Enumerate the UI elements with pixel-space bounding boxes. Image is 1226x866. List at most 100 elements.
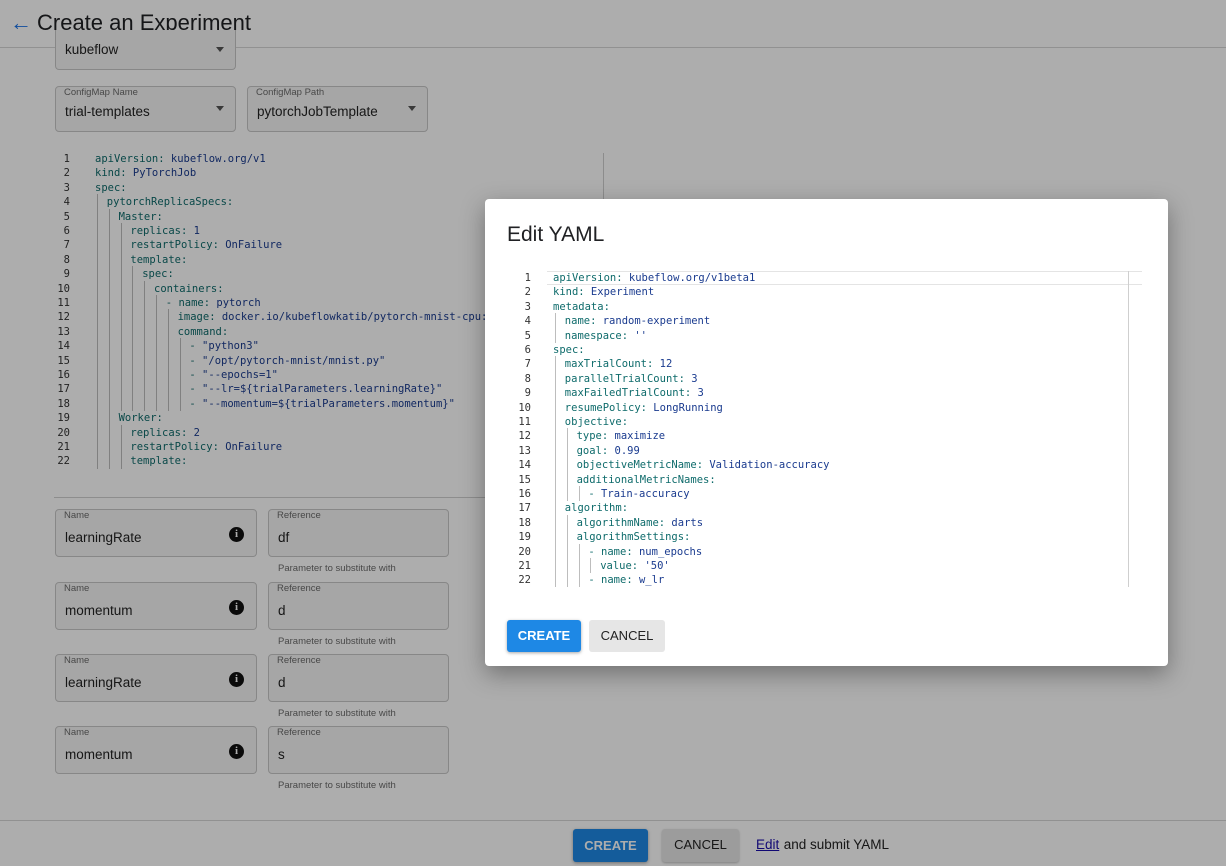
yaml-key: spec: — [553, 344, 585, 356]
yaml-value: w_lr — [632, 574, 665, 587]
code-text: additionalMetricNames: — [577, 473, 716, 488]
code-line: 2 kind: Experiment — [507, 285, 1127, 300]
line-number: 18 — [518, 516, 531, 529]
line-number: 6 — [524, 344, 531, 356]
dialog-cancel-button[interactable]: CANCEL — [589, 620, 665, 652]
yaml-key: objectiveMetricName: — [576, 459, 704, 472]
indent-guide — [578, 572, 580, 587]
line-number: 19 — [518, 531, 531, 544]
line-number: 9 — [524, 387, 531, 400]
line-number: 10 — [518, 401, 531, 414]
dialog-yaml-editor[interactable]: 1 apiVersion: kubeflow.org/v1beta1 2 kind: … — [507, 271, 1142, 587]
yaml-value: '50' — [638, 560, 670, 572]
yaml-key: metadata: — [553, 300, 610, 313]
code-text: apiVersion: kubeflow.org/v1beta1 — [553, 271, 755, 286]
yaml-value: darts — [665, 516, 704, 529]
code-text: algorithmSettings: — [577, 530, 691, 545]
code-line: 12 type: maximize — [507, 428, 1127, 444]
dialog-create-button[interactable]: CREATE — [507, 620, 581, 652]
indent-guide — [566, 486, 568, 502]
line-number: 8 — [524, 372, 531, 385]
yaml-key: algorithmSettings: — [576, 531, 691, 544]
indent-guide — [555, 327, 556, 343]
yaml-key: - name: — [588, 574, 633, 587]
yaml-value: Experiment — [584, 286, 655, 299]
yaml-value: 12 — [653, 358, 673, 371]
code-line: 17 algorithm: — [507, 500, 1127, 516]
indent-guide — [555, 514, 556, 531]
line-number: 14 — [518, 459, 531, 472]
yaml-key: namespace: — [564, 329, 629, 342]
editor-scrollbar-track — [1128, 271, 1129, 587]
code-text: - name: num_epochs — [588, 545, 702, 560]
yaml-value: 0.99 — [608, 444, 640, 457]
yaml-key: additionalMetricNames: — [576, 473, 716, 486]
line-number: 20 — [518, 545, 531, 558]
code-line: 20 - name: num_epochs — [507, 543, 1127, 560]
code-line: 7 maxTrialCount: 12 — [507, 356, 1127, 372]
indent-guide — [555, 529, 556, 545]
code-line: 15 additionalMetricNames: — [507, 471, 1127, 488]
indent-guide — [566, 428, 568, 444]
code-text: objective: — [565, 415, 628, 430]
line-number: 3 — [524, 300, 531, 313]
indent-guide — [555, 370, 556, 387]
code-line: 9 maxFailedTrialCount: 3 — [507, 385, 1127, 401]
code-text: - name: w_lr — [588, 573, 664, 587]
edit-yaml-dialog: Edit YAML 1 apiVersion: kubeflow.org/v1be… — [485, 199, 1168, 666]
yaml-value: num_epochs — [632, 545, 703, 558]
code-line: 5 namespace: '' — [507, 327, 1127, 344]
yaml-value: kubeflow.org/v1beta1 — [622, 272, 756, 284]
indent-guide — [555, 442, 556, 459]
indent-guide — [566, 529, 568, 545]
code-text: algorithmName: darts — [577, 516, 703, 531]
indent-guide — [566, 442, 568, 459]
code-line: 10 resumePolicy: LongRunning — [507, 399, 1127, 416]
yaml-key: type: — [576, 430, 609, 443]
code-line: 19 algorithmSettings: — [507, 529, 1127, 545]
code-text: goal: 0.99 — [577, 444, 640, 459]
line-number: 2 — [524, 286, 531, 299]
code-text: value: '50' — [600, 559, 670, 574]
code-text: name: random-experiment — [565, 314, 710, 329]
yaml-key: name: — [564, 315, 597, 328]
code-line: 4 name: random-experiment — [507, 313, 1127, 329]
code-text: maxFailedTrialCount: 3 — [565, 386, 704, 401]
indent-guide — [555, 486, 556, 502]
code-text: objectiveMetricName: Validation-accuracy — [577, 458, 830, 473]
code-text: resumePolicy: LongRunning — [565, 401, 723, 416]
indent-guide — [555, 313, 556, 329]
yaml-value: Validation-accuracy — [703, 459, 830, 472]
code-text: parallelTrialCount: 3 — [565, 372, 698, 387]
indent-guide — [555, 471, 556, 487]
code-text: - Train-accuracy — [588, 487, 689, 502]
line-number: 12 — [518, 430, 531, 443]
indent-guide — [578, 558, 580, 574]
yaml-key: algorithmName: — [576, 516, 666, 529]
indent-guide — [555, 543, 556, 559]
indent-guide — [555, 428, 556, 444]
indent-guide — [566, 457, 568, 473]
code-line: 3 metadata: — [507, 300, 1127, 315]
yaml-key: - name: — [588, 545, 633, 558]
yaml-value: '' — [628, 329, 647, 342]
yaml-value: Train-accuracy — [601, 488, 690, 500]
yaml-key: objective: — [564, 416, 629, 428]
yaml-key: resumePolicy: — [564, 401, 647, 414]
indent-guide — [555, 572, 556, 587]
code-line: 21 value: '50' — [507, 558, 1127, 574]
code-line: 1 apiVersion: kubeflow.org/v1beta1 — [507, 271, 1127, 286]
indent-guide — [566, 543, 568, 559]
code-text: metadata: — [553, 300, 610, 315]
dialog-title: Edit YAML — [507, 223, 605, 246]
yaml-key: maxFailedTrialCount: — [564, 387, 692, 400]
yaml-value: LongRunning — [646, 401, 723, 414]
code-text: spec: — [553, 343, 585, 358]
yaml-value: 3 — [684, 372, 698, 385]
line-number: 17 — [518, 502, 531, 515]
yaml-value: 3 — [691, 387, 704, 400]
indent-guide — [566, 471, 568, 487]
line-number: 1 — [524, 272, 531, 284]
line-number: 21 — [518, 560, 531, 572]
code-line: 18 algorithmName: darts — [507, 514, 1127, 531]
